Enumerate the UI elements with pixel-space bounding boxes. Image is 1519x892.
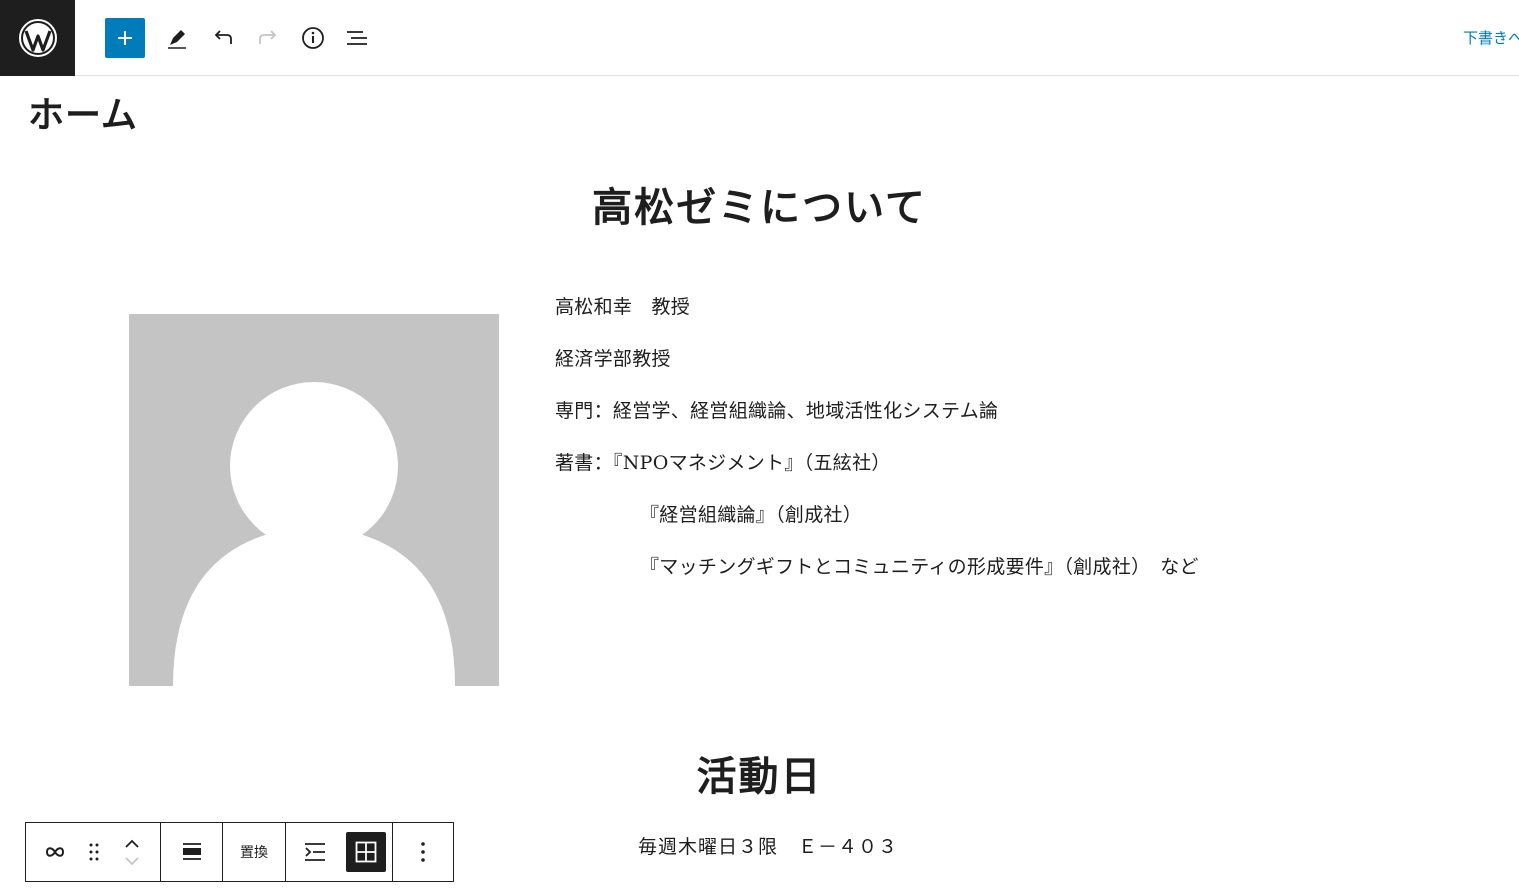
redo-button[interactable] bbox=[248, 18, 288, 58]
more-vertical-icon bbox=[421, 842, 425, 862]
block-toolbar-group-replace: 置換 bbox=[223, 823, 286, 881]
replace-button[interactable]: 置換 bbox=[223, 823, 285, 881]
block-type-button[interactable] bbox=[26, 823, 84, 881]
media-text-icon bbox=[305, 843, 325, 861]
grid-icon bbox=[355, 841, 377, 863]
specialty-text[interactable]: 専門：経営学、経営組織論、地域活性化システム論 bbox=[555, 396, 998, 423]
media-text-button[interactable] bbox=[286, 823, 344, 881]
wordpress-logo-button[interactable] bbox=[0, 0, 75, 76]
align-button[interactable] bbox=[161, 823, 222, 881]
books-text-line2[interactable]: 『経営組織論』（創成社） bbox=[640, 500, 862, 527]
drag-handle-icon bbox=[89, 843, 99, 861]
align-center-icon bbox=[182, 843, 201, 860]
wordpress-icon bbox=[18, 19, 57, 57]
schedule-text[interactable]: 毎週木曜日３限 Ｅ－４０３ bbox=[638, 832, 898, 859]
block-toolbar-group-align bbox=[161, 823, 223, 881]
move-buttons bbox=[104, 823, 160, 881]
list-view-button[interactable] bbox=[338, 18, 378, 58]
profile-image[interactable] bbox=[129, 314, 499, 686]
chevron-down-icon[interactable] bbox=[123, 855, 141, 867]
add-block-button[interactable] bbox=[105, 18, 145, 58]
activity-heading[interactable]: 活動日 bbox=[0, 744, 1519, 802]
professor-name[interactable]: 高松和幸 教授 bbox=[555, 292, 690, 319]
block-toolbar-group-more bbox=[393, 823, 453, 881]
list-view-icon bbox=[347, 31, 367, 45]
tools-button[interactable] bbox=[157, 18, 197, 58]
person-placeholder-icon bbox=[173, 382, 455, 686]
block-toolbar-group-layout bbox=[286, 823, 393, 881]
block-toolbar: 置換 bbox=[25, 822, 454, 882]
grid-button-active bbox=[346, 832, 386, 872]
save-draft-link[interactable]: 下書きへ bbox=[1463, 27, 1519, 48]
drag-handle[interactable] bbox=[84, 823, 104, 881]
details-button[interactable] bbox=[293, 18, 333, 58]
plus-icon bbox=[118, 31, 132, 45]
page-title[interactable]: ホーム bbox=[28, 86, 138, 138]
editor-toolbar: 下書きへ bbox=[0, 0, 1519, 76]
link-icon bbox=[45, 847, 65, 857]
undo-button[interactable] bbox=[203, 18, 243, 58]
about-heading[interactable]: 高松ゼミについて bbox=[0, 175, 1519, 233]
grid-button[interactable] bbox=[344, 823, 388, 881]
chevron-up-icon[interactable] bbox=[123, 837, 141, 851]
pencil-icon bbox=[168, 30, 186, 49]
undo-icon bbox=[214, 30, 232, 44]
redo-icon bbox=[259, 30, 277, 44]
block-toolbar-group-move bbox=[26, 823, 161, 881]
books-text[interactable]: 著書：『NPOマネジメント』（五絃社） bbox=[555, 448, 891, 475]
more-options-button[interactable] bbox=[393, 823, 453, 881]
replace-label: 置換 bbox=[240, 845, 268, 861]
info-icon bbox=[302, 27, 324, 49]
faculty-text[interactable]: 経済学部教授 bbox=[555, 344, 671, 371]
books-text-line3[interactable]: 『マッチングギフトとコミュニティの形成要件』（創成社） など bbox=[640, 552, 1199, 579]
